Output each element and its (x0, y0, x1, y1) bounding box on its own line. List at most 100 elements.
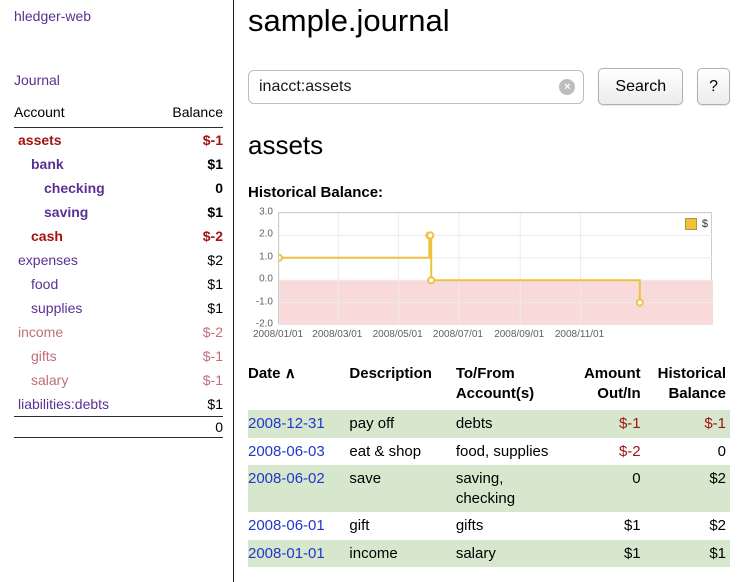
account-link[interactable]: bank (31, 156, 64, 172)
register-table: Date ∧ Description To/From Account(s) Am… (248, 363, 730, 567)
transaction-description: income (345, 540, 451, 568)
transaction-accounts: debts (452, 410, 577, 438)
legend-swatch-icon (685, 218, 697, 230)
account-link[interactable]: expenses (18, 252, 78, 268)
transaction-date-link[interactable]: 2008-12-31 (248, 415, 325, 432)
balance-chart: 3.02.01.00.0-1.0-2.0 $ 2008/01/012008/03… (248, 208, 730, 346)
account-balance: $2 (150, 248, 223, 272)
x-tick-label: 2008/01/01 (253, 329, 303, 340)
account-row: supplies $1 (14, 296, 223, 320)
chart-legend: $ (683, 217, 710, 231)
account-link[interactable]: gifts (31, 348, 57, 364)
register-header-date[interactable]: Date ∧ (248, 363, 345, 410)
account-link[interactable]: liabilities:debts (18, 396, 109, 412)
account-row: bank$1 (14, 152, 223, 176)
x-tick-label: 2008/05/01 (373, 329, 423, 340)
transaction-date-link[interactable]: 2008-06-03 (248, 443, 325, 460)
accounts-table-body: assets$-1bank$1checking0saving$1cash$-2e… (14, 128, 223, 417)
transaction-date-link[interactable]: 2008-01-01 (248, 545, 325, 562)
transaction-accounts: food, supplies (452, 438, 577, 466)
account-heading: assets (248, 130, 730, 161)
y-tick-label: 0.0 (259, 274, 273, 285)
sidebar-item-journal[interactable]: Journal (14, 72, 60, 88)
x-axis-labels: 2008/01/01 2008/03/01 2008/05/01 2008/07/01… (248, 329, 730, 342)
search-box: × (248, 70, 584, 104)
account-link[interactable]: checking (44, 180, 105, 196)
transaction-amount: $1 (576, 540, 644, 568)
balance-chart-svg (279, 213, 713, 325)
sort-ascending-icon: ∧ (285, 365, 296, 382)
account-row: assets $-1 (14, 128, 223, 153)
transaction-date-cell: 2008-06-03 (248, 438, 345, 466)
transaction-amount: $-2 (576, 438, 644, 466)
transaction-description: pay off (345, 410, 451, 438)
x-tick-label: 2008/11/01 (555, 329, 604, 340)
account-link[interactable]: assets (18, 132, 62, 148)
account-row: cash $-2 (14, 224, 223, 248)
account-link[interactable]: food (31, 276, 58, 292)
account-balance: $1 (150, 272, 223, 296)
account-row: food $1 (14, 272, 223, 296)
transaction-balance: 0 (645, 438, 730, 466)
register-header-amount: Amount Out/In (576, 363, 644, 410)
help-button[interactable]: ? (697, 68, 730, 105)
transaction-accounts: salary (452, 540, 577, 568)
transaction-description: save (345, 465, 451, 512)
transaction-amount: 0 (576, 465, 644, 512)
accounts-panel: Account Balance assets$-1bank$1checking0… (14, 104, 223, 438)
y-tick-label: 1.0 (259, 251, 273, 262)
account-row: gifts $-1 (14, 344, 223, 368)
account-link[interactable]: supplies (31, 300, 82, 316)
transaction-balance: $-1 (645, 410, 730, 438)
transaction-date-link[interactable]: 2008-06-01 (248, 517, 325, 534)
y-tick-label: -1.0 (256, 296, 273, 307)
transaction-date-cell: 2008-06-01 (248, 512, 345, 540)
account-balance: $1 (150, 200, 223, 224)
register-row: 2008-12-31pay offdebts$-1$-1 (248, 410, 730, 438)
register-row: 2008-06-01giftgifts$1$2 (248, 512, 730, 540)
register-header-balance: Historical Balance (645, 363, 730, 410)
x-tick-label: 2008/07/01 (433, 329, 483, 340)
search-input[interactable] (248, 70, 584, 104)
y-tick-label: -2.0 (256, 319, 273, 330)
accounts-header-balance: Balance (150, 104, 223, 128)
x-tick-label: 2008/03/01 (312, 329, 362, 340)
register-header-description: Description (345, 363, 451, 410)
transaction-balance: $2 (645, 512, 730, 540)
chart-plot-area (278, 212, 712, 324)
account-link[interactable]: salary (31, 372, 68, 388)
accounts-header-account: Account (14, 104, 150, 128)
register-row: 2008-06-02savesaving, checking0$2 (248, 465, 730, 512)
account-link[interactable]: income (18, 324, 63, 340)
account-balance: $1 (150, 392, 223, 417)
account-balance: $-1 (150, 368, 223, 392)
account-balance: $1 (150, 296, 223, 320)
sidebar-divider (233, 0, 234, 582)
transaction-date-link[interactable]: 2008-06-02 (248, 470, 325, 487)
accounts-table: Account Balance assets$-1bank$1checking0… (14, 104, 223, 438)
chart-title: Historical Balance: (248, 184, 730, 201)
account-link[interactable]: saving (44, 204, 88, 220)
transaction-date-cell: 2008-12-31 (248, 410, 345, 438)
legend-label: $ (702, 218, 708, 230)
account-balance: 0 (150, 176, 223, 200)
search-button[interactable]: Search (598, 68, 683, 105)
account-balance: $-2 (150, 224, 223, 248)
app-title-link[interactable]: hledger-web (14, 8, 91, 24)
register-row: 2008-01-01incomesalary$1$1 (248, 540, 730, 568)
x-tick-label: 2008/09/01 (494, 329, 544, 340)
accounts-total-row: 0 (14, 417, 223, 438)
main-content: sample.journal × Search ? assets Histori… (248, 0, 730, 567)
clear-search-icon[interactable]: × (559, 79, 575, 95)
search-form: × Search ? (248, 68, 730, 105)
account-link[interactable]: cash (31, 228, 63, 244)
account-row: liabilities:debts $1 (14, 392, 223, 417)
transaction-accounts: saving, checking (452, 465, 577, 512)
account-balance: $-1 (150, 128, 223, 153)
account-row: salary $-1 (14, 368, 223, 392)
transaction-date-cell: 2008-06-02 (248, 465, 345, 512)
account-row: income$-2 (14, 320, 223, 344)
account-balance: $-1 (150, 344, 223, 368)
account-row: expenses $2 (14, 248, 223, 272)
page-title: sample.journal (248, 3, 730, 39)
